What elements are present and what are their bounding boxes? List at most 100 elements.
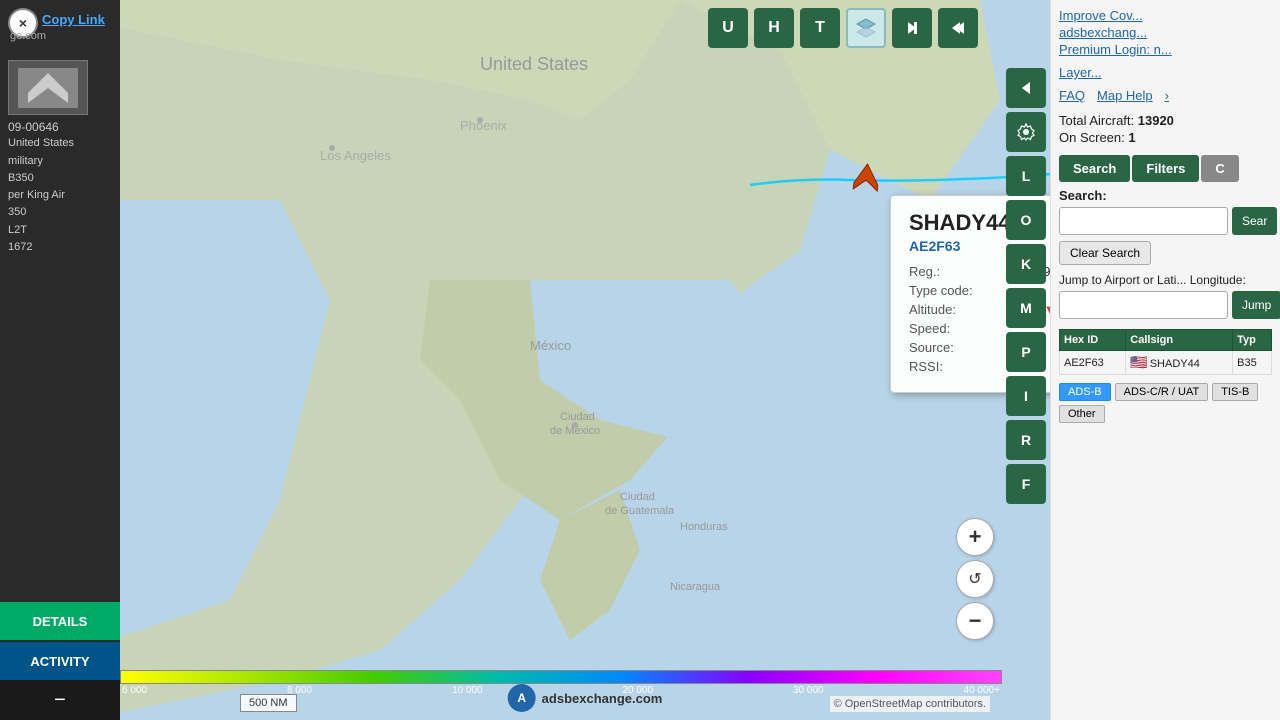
- left-military: military: [8, 155, 43, 167]
- svg-text:Honduras: Honduras: [680, 521, 728, 533]
- map-attribution: © OpenStreetMap contributors.: [830, 696, 990, 712]
- color-label-1: 6 000: [122, 685, 147, 696]
- left-plane-model: per King Air: [8, 189, 65, 201]
- u-button[interactable]: U: [708, 8, 748, 48]
- left-bottom-bar: −: [0, 680, 120, 720]
- search-tab[interactable]: Search: [1059, 155, 1130, 182]
- copy-link-button[interactable]: Copy Link: [42, 12, 105, 27]
- hex-cell: AE2F63: [1060, 351, 1126, 375]
- gear-icon: [1017, 123, 1035, 141]
- chevron-left-button[interactable]: [1006, 68, 1046, 108]
- left-panel: × Copy Link ge.com 09-00646 United State…: [0, 0, 120, 720]
- layer-icon: [855, 17, 877, 39]
- jump-row: Jump: [1059, 291, 1272, 319]
- flag-icon: 🇺🇸: [1130, 354, 1147, 370]
- k-button[interactable]: K: [1006, 244, 1046, 284]
- premium-login-link2[interactable]: Layer...: [1059, 65, 1272, 80]
- svg-text:México: México: [530, 338, 571, 353]
- svg-text:Ciudad: Ciudad: [620, 491, 655, 503]
- total-aircraft-val: 13920: [1138, 113, 1174, 128]
- top-toolbar: U H T: [708, 8, 978, 48]
- filters-tab[interactable]: Filters: [1132, 155, 1199, 182]
- improve-coverage-link[interactable]: Improve Cov...: [1059, 8, 1272, 23]
- next-button[interactable]: [892, 8, 932, 48]
- aircraft-thumbnail: [8, 60, 88, 115]
- altitude-color-bar: [120, 670, 1002, 684]
- i-button[interactable]: I: [1006, 376, 1046, 416]
- other-source-tag[interactable]: Other: [1059, 405, 1105, 423]
- right-panel: Improve Cov... adsbexchang... Premium Lo…: [1050, 0, 1280, 720]
- jump-input[interactable]: [1059, 291, 1228, 319]
- popup-reg-label: Reg.:: [909, 264, 940, 279]
- search-go-button[interactable]: Sear: [1232, 207, 1277, 235]
- adsb-tag[interactable]: ADS-B: [1059, 383, 1111, 401]
- jump-label: Jump to Airport or Lati... Longitude:: [1059, 273, 1272, 287]
- zoom-out-button[interactable]: −: [956, 602, 994, 640]
- on-screen-val: 1: [1128, 130, 1135, 145]
- faq-link[interactable]: FAQ: [1059, 88, 1085, 103]
- total-aircraft-row: Total Aircraft: 13920: [1059, 113, 1272, 128]
- svg-text:Ciudad: Ciudad: [560, 411, 595, 423]
- collapse-button[interactable]: [938, 8, 978, 48]
- minus-button[interactable]: −: [54, 689, 66, 712]
- aircraft-icon[interactable]: [848, 161, 883, 203]
- more-link[interactable]: ›: [1165, 88, 1169, 103]
- p-button[interactable]: P: [1006, 332, 1046, 372]
- jump-button[interactable]: Jump: [1232, 291, 1280, 319]
- search-row: Sear: [1059, 207, 1272, 235]
- table-row[interactable]: AE2F63 🇺🇸SHADY44 B35: [1060, 351, 1272, 375]
- improve-coverage-link2[interactable]: adsbexchang...: [1059, 25, 1272, 40]
- m-button[interactable]: M: [1006, 288, 1046, 328]
- h-button[interactable]: H: [754, 8, 794, 48]
- map-help-link[interactable]: Map Help: [1097, 88, 1153, 103]
- activity-label: ACTIVITY: [30, 654, 89, 669]
- adsc-tag[interactable]: ADS-C/R / UAT: [1115, 383, 1209, 401]
- premium-login-link[interactable]: Premium Login: n...: [1059, 42, 1272, 57]
- aircraft-svg: [849, 161, 884, 196]
- search-label: Search:: [1059, 188, 1272, 203]
- left-airport: L2T: [8, 224, 27, 236]
- callsign-cell: 🇺🇸SHADY44: [1126, 351, 1233, 375]
- callsign-header: Callsign: [1126, 330, 1233, 351]
- tisb-tag[interactable]: TIS-B: [1212, 383, 1258, 401]
- reset-view-button[interactable]: ↺: [956, 560, 994, 598]
- popup-alt-label: Altitude:: [909, 302, 956, 317]
- left-model: 350: [8, 206, 26, 218]
- popup-source-label: Source:: [909, 340, 954, 355]
- chevron-left-icon: [1018, 80, 1034, 96]
- right-links: FAQ Map Help ›: [1059, 88, 1272, 103]
- color-label-3: 10 000: [452, 685, 483, 696]
- zoom-in-button[interactable]: +: [956, 518, 994, 556]
- layer-button[interactable]: [846, 8, 886, 48]
- svg-text:United States: United States: [480, 54, 588, 74]
- right-map-buttons: L O K M P I R F: [1002, 0, 1050, 720]
- search-input[interactable]: [1059, 207, 1228, 235]
- logo-container: A adsbexchange.com: [508, 684, 663, 712]
- gear-button[interactable]: [1006, 112, 1046, 152]
- type-cell: B35: [1233, 351, 1272, 375]
- logo-text: adsbexchange.com: [542, 691, 663, 706]
- svg-text:de Guatemala: de Guatemala: [605, 505, 675, 517]
- collapse-icon: [950, 20, 966, 36]
- o-button[interactable]: O: [1006, 200, 1046, 240]
- close-icon: ×: [19, 15, 27, 31]
- l-button[interactable]: L: [1006, 156, 1046, 196]
- left-altitude: 1672: [8, 241, 32, 253]
- details-label: DETAILS: [33, 614, 88, 629]
- color-label-6: 40 000+: [964, 685, 1000, 696]
- activity-button[interactable]: ACTIVITY: [0, 642, 120, 680]
- popup-rssi-label: RSSI:: [909, 359, 943, 374]
- r-button[interactable]: R: [1006, 420, 1046, 460]
- popup-type-label: Type code:: [909, 283, 973, 298]
- map-area[interactable]: United States Los Angeles Phoenix México…: [120, 0, 1050, 720]
- details-button[interactable]: DETAILS: [0, 602, 120, 640]
- left-country: United States: [8, 137, 74, 149]
- f-button[interactable]: F: [1006, 464, 1046, 504]
- copy-link-url: ge.com: [10, 30, 46, 42]
- clear-search-button[interactable]: Clear Search: [1059, 241, 1151, 265]
- total-aircraft-label: Total Aircraft:: [1059, 113, 1134, 128]
- aircraft-image: [18, 68, 78, 108]
- t-button[interactable]: T: [800, 8, 840, 48]
- logo-icon: A: [508, 684, 536, 712]
- other-tab[interactable]: C: [1201, 155, 1238, 182]
